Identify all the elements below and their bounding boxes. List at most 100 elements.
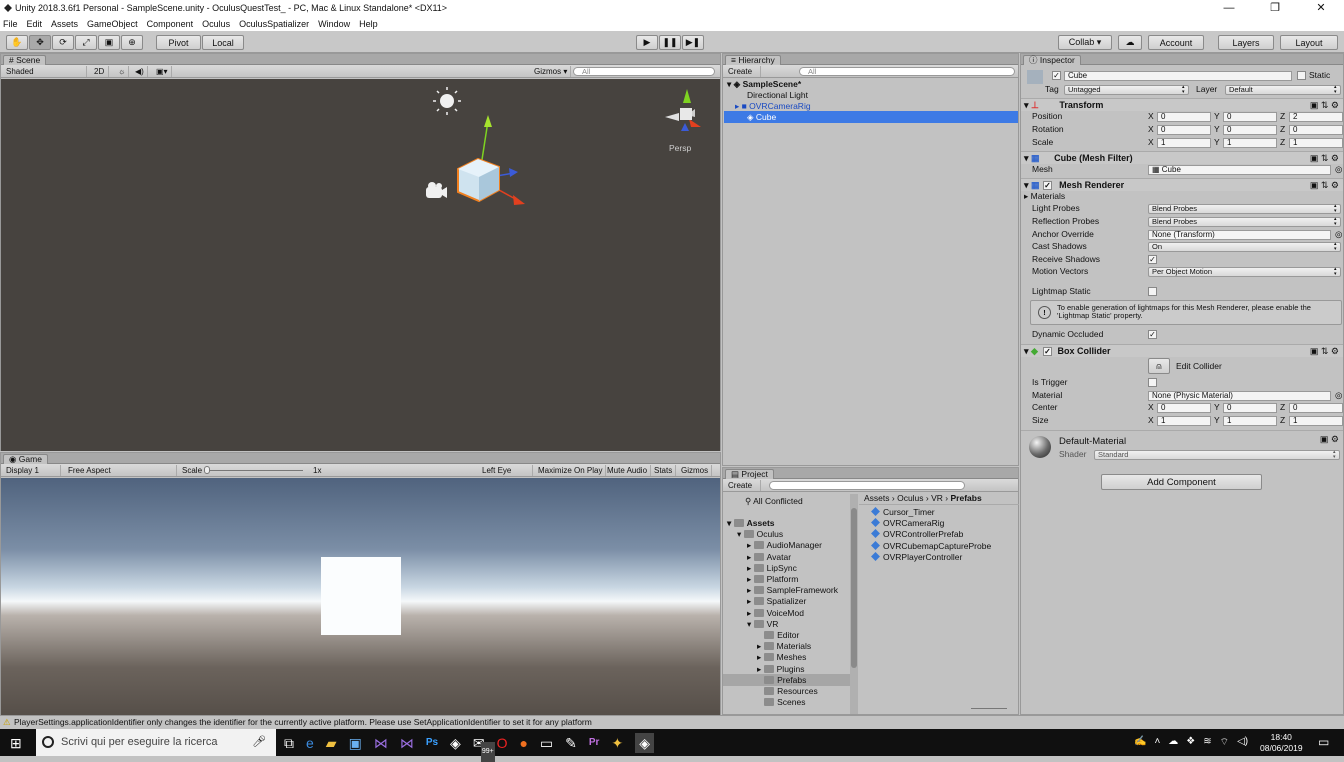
rotation-z-field[interactable]: 0 <box>1289 125 1343 135</box>
folder-tree-item[interactable]: ▸ Plugins <box>723 663 851 675</box>
game-viewport[interactable] <box>1 478 720 715</box>
status-bar[interactable]: ⚠ PlayerSettings.applicationIdentifier o… <box>0 715 1344 729</box>
project-file-item[interactable]: Cursor_Timer <box>871 506 935 518</box>
edge-icon[interactable]: e <box>306 733 314 753</box>
scene-gizmos-dropdown[interactable]: Gizmos ▾ <box>531 66 572 77</box>
foldout-icon[interactable]: ▸ <box>747 596 754 606</box>
foldout-icon[interactable]: ▾ <box>727 518 734 528</box>
axis-y-label[interactable]: Y <box>1214 137 1220 148</box>
account-dropdown[interactable]: Account <box>1148 35 1204 50</box>
folder-tree-item[interactable]: ▸ Platform <box>723 573 851 585</box>
rotation-y-field[interactable]: 0 <box>1223 125 1277 135</box>
light-probes-dropdown[interactable]: Blend Probes <box>1148 204 1341 214</box>
icon-size-slider[interactable] <box>971 708 1007 709</box>
audio-toggle[interactable]: ◀) <box>132 66 148 77</box>
tag-dropdown[interactable]: Untagged <box>1064 85 1189 95</box>
play-button[interactable]: ▶ <box>636 35 658 50</box>
menu-assets[interactable]: Assets <box>51 19 78 29</box>
menu-component[interactable]: Component <box>147 19 194 29</box>
step-button[interactable]: ▶❚ <box>682 35 704 50</box>
menu-file[interactable]: File <box>3 19 18 29</box>
scale-slider-track[interactable] <box>207 470 303 471</box>
folder-tree-item[interactable]: Scenes <box>723 696 851 708</box>
meshrenderer-header[interactable]: ▾ ▦ ✓ Mesh Renderer ▣ ⇅ ⚙ <box>1021 178 1343 191</box>
mesh-field[interactable]: ▦ Cube <box>1148 165 1331 175</box>
boxcollider-header[interactable]: ▾ ◆ ✓ Box Collider ▣ ⇅ ⚙ <box>1021 344 1343 357</box>
project-file-item[interactable]: OVRControllerPrefab <box>871 528 963 540</box>
axis-z-label[interactable]: Z <box>1280 137 1285 148</box>
meshfilter-header[interactable]: ▾ ▦ Cube (Mesh Filter) ▣ ⇅ ⚙ <box>1021 151 1343 164</box>
foldout-icon[interactable]: ▸ <box>747 608 754 618</box>
collab-button[interactable]: Collab ▾ <box>1058 35 1112 50</box>
folder-tree-item[interactable]: ▾ VR <box>723 618 851 630</box>
hierarchy-search-input[interactable]: All <box>799 67 1015 76</box>
component-menu-icons[interactable]: ▣ ⇅ ⚙ <box>1310 99 1339 111</box>
display-dropdown[interactable]: Display 1 <box>3 465 61 476</box>
file-explorer-icon[interactable]: ▰ <box>326 733 337 753</box>
close-button[interactable]: ✕ <box>1298 0 1344 16</box>
axis-x-label[interactable]: X <box>1148 124 1154 135</box>
layout-dropdown[interactable]: Layout <box>1280 35 1338 50</box>
object-picker-icon[interactable]: ◎ <box>1335 164 1342 175</box>
tab-inspector[interactable]: ⓘ Inspector <box>1023 55 1081 65</box>
puzzle-app-icon[interactable]: ✦ <box>611 733 623 753</box>
project-create-dropdown[interactable]: Create <box>725 480 761 491</box>
object-picker-icon[interactable]: ◎ <box>1335 390 1342 401</box>
unity-editor-icon[interactable]: ◈ <box>635 733 654 753</box>
foldout-icon[interactable]: ▸ <box>747 540 754 550</box>
windows-start-icon[interactable]: ⊞ <box>10 735 22 752</box>
breadcrumb-assets[interactable]: Assets <box>864 493 890 503</box>
premiere-icon[interactable]: Pr <box>589 733 600 753</box>
reflection-probes-dropdown[interactable]: Blend Probes <box>1148 217 1341 227</box>
folder-tree-item[interactable]: Editor <box>723 629 851 641</box>
project-file-item[interactable]: OVRPlayerController <box>871 551 962 563</box>
messages-icon[interactable]: ✉ 99+ <box>473 733 495 762</box>
2d-toggle[interactable]: 2D <box>91 66 109 77</box>
axis-x-label[interactable]: X <box>1148 402 1154 413</box>
rect-tool-button[interactable]: ▣ <box>98 35 120 50</box>
photoshop-icon[interactable]: Ps <box>426 733 438 753</box>
foldout-icon[interactable]: ▾ <box>747 619 754 629</box>
foldout-icon[interactable]: ▸ <box>747 585 754 595</box>
hand-tool-button[interactable]: ✋ <box>6 35 28 50</box>
cloud-button[interactable]: ☁ <box>1118 35 1142 50</box>
task-view-icon[interactable]: ⧉ <box>284 733 294 753</box>
shader-dropdown[interactable]: Standard <box>1094 450 1340 460</box>
rotation-x-field[interactable]: 0 <box>1157 125 1211 135</box>
hierarchy-create-dropdown[interactable]: Create <box>725 66 761 77</box>
pivot-button[interactable]: Pivot <box>156 35 201 50</box>
cast-shadows-dropdown[interactable]: On <box>1148 242 1341 252</box>
folder-tree-item[interactable]: ▸ AudioManager <box>723 539 851 551</box>
foldout-icon[interactable]: ▸ <box>747 552 754 562</box>
object-name-field[interactable]: Cube <box>1064 71 1292 81</box>
layers-dropdown[interactable]: Layers <box>1218 35 1274 50</box>
component-menu-icons[interactable]: ▣ ⇅ ⚙ <box>1310 345 1339 357</box>
size-y-field[interactable]: 1 <box>1223 416 1277 426</box>
scale-x-field[interactable]: 1 <box>1157 138 1211 148</box>
all-conflicted-item[interactable]: ⚲ All Conflicted <box>745 495 803 507</box>
maximize-button[interactable]: ❐ <box>1252 0 1298 16</box>
project-search-input[interactable] <box>769 481 965 490</box>
network-icon[interactable]: ≋ <box>1203 736 1211 749</box>
dropbox-icon[interactable]: ❖ <box>1186 736 1195 749</box>
scale-z-field[interactable]: 1 <box>1289 138 1343 148</box>
tab-game[interactable]: ◉ Game <box>3 454 48 464</box>
notifications-icon[interactable]: ▭ <box>1318 735 1329 749</box>
transform-tool-button[interactable]: ⊕ <box>121 35 143 50</box>
component-menu-icons[interactable]: ▣ ⇅ ⚙ <box>1310 179 1339 191</box>
axis-z-label[interactable]: Z <box>1280 402 1285 413</box>
axis-x-label[interactable]: X <box>1148 415 1154 426</box>
foldout-icon[interactable]: ▸ <box>757 664 764 674</box>
terminal-icon[interactable]: ▭ <box>540 733 553 753</box>
menu-oculusspatializer[interactable]: OculusSpatializer <box>239 19 309 29</box>
menu-oculus[interactable]: Oculus <box>202 19 230 29</box>
axis-z-label[interactable]: Z <box>1280 124 1285 135</box>
size-z-field[interactable]: 1 <box>1289 416 1343 426</box>
game-gizmos-dropdown[interactable]: Gizmos <box>678 465 713 476</box>
axis-z-label[interactable]: Z <box>1280 415 1285 426</box>
move-tool-button[interactable]: ✥ <box>29 35 51 50</box>
breadcrumb-oculus[interactable]: Oculus <box>897 493 923 503</box>
foldout-icon[interactable] <box>757 686 764 696</box>
minimize-button[interactable]: — <box>1206 0 1252 16</box>
size-x-field[interactable]: 1 <box>1157 416 1211 426</box>
